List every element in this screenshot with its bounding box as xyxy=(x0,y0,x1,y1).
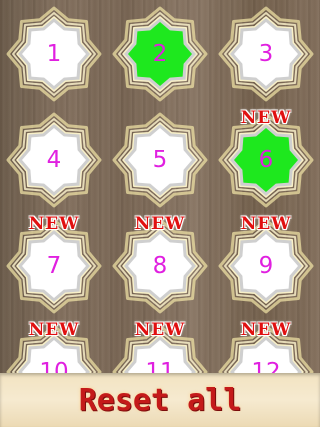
level-number: 3 xyxy=(258,41,274,67)
level-tile-10[interactable]: NEW 10 xyxy=(6,320,102,373)
level-number: 4 xyxy=(46,147,62,173)
level-tile-9[interactable]: NEW 9 xyxy=(218,214,314,314)
reset-all-button[interactable]: Reset all xyxy=(0,373,320,427)
level-number: 8 xyxy=(152,253,168,279)
level-number: 12 xyxy=(251,359,281,373)
level-tile-7[interactable]: NEW 7 xyxy=(6,214,102,314)
level-number: 7 xyxy=(46,253,62,279)
level-number: 1 xyxy=(46,41,62,67)
level-tile-1[interactable]: 1 xyxy=(6,6,102,102)
level-tile-2[interactable]: 2 xyxy=(112,6,208,102)
level-tile-12[interactable]: NEW 12 xyxy=(218,320,314,373)
level-tile-3[interactable]: 3 xyxy=(218,6,314,102)
level-number: 11 xyxy=(145,359,175,373)
level-tile-11[interactable]: NEW 11 xyxy=(112,320,208,373)
level-tile-5[interactable]: 5 xyxy=(112,112,208,208)
level-number: 10 xyxy=(39,359,69,373)
level-grid: 1 2 3 4 5 NEW 6 NEW 7 NEW 8 NEW 9 NEW 10… xyxy=(0,0,320,373)
level-number: 9 xyxy=(258,253,274,279)
footer-bar: Reset all xyxy=(0,373,320,427)
level-tile-8[interactable]: NEW 8 xyxy=(112,214,208,314)
level-tile-4[interactable]: 4 xyxy=(6,112,102,208)
level-tile-6[interactable]: NEW 6 xyxy=(218,108,314,208)
level-number: 5 xyxy=(152,147,168,173)
level-number: 6 xyxy=(258,147,274,173)
level-number: 2 xyxy=(152,41,168,67)
